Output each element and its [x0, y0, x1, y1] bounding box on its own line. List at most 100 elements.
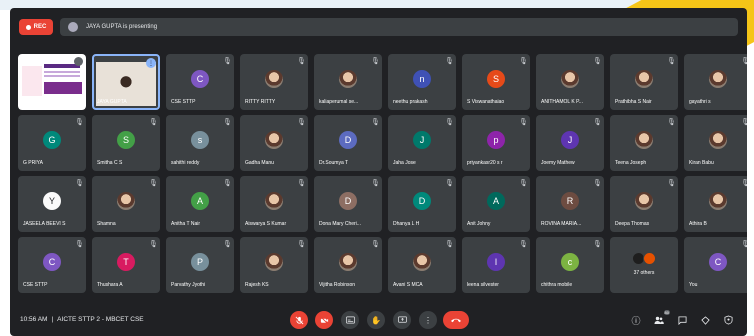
separator: |	[51, 316, 54, 323]
participant-name: Dr.Soumya T	[319, 160, 349, 166]
microphone-off-icon[interactable]	[290, 311, 308, 329]
microphone-off-icon: 🎙︎	[593, 119, 602, 126]
microphone-off-icon: 🎙︎	[667, 58, 676, 65]
people-icon[interactable]: 80	[653, 310, 670, 326]
participant-name: RITTY RITTY	[245, 99, 276, 105]
host-controls-icon[interactable]	[722, 314, 734, 326]
participant-tile[interactable]: 🎙︎ P Parvathy Jyothi	[166, 237, 234, 293]
captions-icon[interactable]	[341, 311, 359, 329]
participant-tile[interactable]: 🎙︎ D Dr.Soumya T	[314, 115, 382, 171]
participant-tile[interactable]: 🎙︎ J Jaha Jose	[388, 115, 456, 171]
participant-tile[interactable]: 🎙︎ Deepa Thomas	[610, 176, 678, 232]
avatar: T	[117, 253, 135, 271]
participant-tile[interactable]: 🎙︎ Shamna	[92, 176, 160, 232]
microphone-off-icon: 🎙︎	[75, 119, 84, 126]
participant-name: Anitha T Nair	[171, 221, 200, 227]
participant-tile[interactable]: 🎙︎ T Thushara A	[92, 237, 160, 293]
present-screen-icon[interactable]	[393, 311, 411, 329]
microphone-off-icon: 🎙︎	[593, 58, 602, 65]
info-icon[interactable]: ⓘ	[630, 314, 642, 326]
recording-badge[interactable]: REC	[19, 19, 53, 35]
avatar: c	[561, 253, 579, 271]
slide-image	[22, 66, 42, 96]
participant-tile[interactable]: 🎙︎ Kiran Babu	[684, 115, 747, 171]
avatar	[265, 131, 283, 149]
participant-tile[interactable]: 🎙︎ S Smitha C S	[92, 115, 160, 171]
participant-tile[interactable]: 🎙︎ gayathri s	[684, 54, 747, 110]
chat-icon[interactable]	[676, 314, 688, 326]
participant-tile[interactable]: 🎙︎ Rajesh KS	[240, 237, 308, 293]
screen-share-tile[interactable]	[18, 54, 86, 110]
microphone-off-icon: 🎙︎	[371, 180, 380, 187]
participant-name: Vijitha Robinson	[319, 282, 356, 288]
participant-name: Anit Johny	[467, 221, 491, 227]
participant-tile[interactable]: 🎙︎ Avani S MCA	[388, 237, 456, 293]
participant-tile[interactable]: 🎙︎ Y JASEELA BEEVI S	[18, 176, 86, 232]
avatar: s	[191, 131, 209, 149]
participant-tile[interactable]: 🎙︎ RITTY RITTY	[240, 54, 308, 110]
meet-window: REC JAYA GUPTA is presenting ⋮ JAYA GUPTA…	[10, 8, 747, 336]
participant-name: Teena Joseph	[615, 160, 647, 166]
microphone-off-icon: 🎙︎	[371, 58, 380, 65]
activities-icon[interactable]	[699, 314, 711, 326]
avatar	[635, 131, 653, 149]
participant-name: Rajesh KS	[245, 282, 269, 288]
participant-tile[interactable]: 🎙︎ c chithra mobile	[536, 237, 604, 293]
participant-tile[interactable]: 🎙︎ C CSE STTP	[18, 237, 86, 293]
others-avatars	[632, 252, 656, 265]
microphone-off-icon: 🎙︎	[741, 180, 747, 187]
participant-tile[interactable]: 🎙︎ S S Viswanathaiao	[462, 54, 530, 110]
presenting-text: JAYA GUPTA is presenting	[86, 24, 158, 30]
participant-tile[interactable]: 🎙︎ Athira B	[684, 176, 747, 232]
participant-tile[interactable]: 🎙︎ s sahithi reddy	[166, 115, 234, 171]
participant-tile[interactable]: 🎙︎ C You	[684, 237, 747, 293]
participant-tile[interactable]: 🎙︎ n neethu prakash	[388, 54, 456, 110]
participant-name: Joemy Mathew	[541, 160, 575, 166]
participant-name: Kiran Babu	[689, 160, 714, 166]
participant-tile[interactable]: 🎙︎ Vijitha Robinson	[314, 237, 382, 293]
participant-tile[interactable]: 🎙︎ R ROVINA MARIA...	[536, 176, 604, 232]
participant-tile[interactable]: 🎙︎ kaliaperumal se...	[314, 54, 382, 110]
participant-tile[interactable]: ⋮ JAYA GUPTA	[92, 54, 160, 110]
participant-tile[interactable]: 🎙︎ A Anitha T Nair	[166, 176, 234, 232]
avatar: p	[487, 131, 505, 149]
microphone-off-icon: 🎙︎	[519, 119, 528, 126]
raise-hand-icon[interactable]: ✋	[367, 311, 385, 329]
participant-tile[interactable]: 🎙︎ Teena Joseph	[610, 115, 678, 171]
camera-off-icon[interactable]	[315, 311, 333, 329]
participant-name: gayathri s	[689, 99, 711, 105]
microphone-off-icon: 🎙︎	[297, 241, 306, 248]
participant-tile[interactable]: 🎙︎ l leena silvester	[462, 237, 530, 293]
microphone-off-icon: 🎙︎	[297, 180, 306, 187]
participant-tile[interactable]: 🎙︎ p priyankasr20 s r	[462, 115, 530, 171]
participant-tile[interactable]: 🎙︎ ANITHAMOL K P...	[536, 54, 604, 110]
leave-call-icon[interactable]	[443, 311, 469, 329]
participant-tile[interactable]: 🎙︎ C CSE STTP	[166, 54, 234, 110]
participant-tile[interactable]: 🎙︎ Aiswarya S Kumar	[240, 176, 308, 232]
participant-tile[interactable]: 🎙︎ Prathibha S Nair	[610, 54, 678, 110]
record-dot-icon	[25, 24, 31, 30]
others-tile[interactable]: 37 others	[610, 237, 678, 293]
avatar	[265, 253, 283, 271]
participant-name: CSE STTP	[23, 282, 48, 288]
microphone-off-icon: 🎙︎	[519, 180, 528, 187]
microphone-off-icon: 🎙︎	[149, 241, 158, 248]
microphone-off-icon: 🎙︎	[371, 241, 380, 248]
microphone-off-icon: 🎙︎	[297, 58, 306, 65]
avatar: A	[487, 192, 505, 210]
participant-tile[interactable]: 🎙︎ G G PRIYA	[18, 115, 86, 171]
pin-icon[interactable]	[74, 57, 83, 66]
participant-tile[interactable]: 🎙︎ J Joemy Mathew	[536, 115, 604, 171]
participant-tile[interactable]: 🎙︎ Gadha Manu	[240, 115, 308, 171]
participant-tile[interactable]: 🎙︎ A Anit Johny	[462, 176, 530, 232]
participant-grid: ⋮ JAYA GUPTA 🎙︎ C CSE STTP 🎙︎ RITTY RITTY 🎙︎ kal…	[18, 54, 747, 293]
presenter-avatar	[68, 22, 78, 32]
microphone-off-icon: 🎙︎	[75, 241, 84, 248]
avatar: D	[339, 192, 357, 210]
participant-name: priyankasr20 s r	[467, 160, 503, 166]
avatar: C	[709, 253, 727, 271]
participant-tile[interactable]: 🎙︎ D Dhanya L H	[388, 176, 456, 232]
more-options-icon[interactable]: ⋮	[419, 311, 437, 329]
avatar	[635, 70, 653, 88]
participant-tile[interactable]: 🎙︎ D Dona Mary Cheri...	[314, 176, 382, 232]
